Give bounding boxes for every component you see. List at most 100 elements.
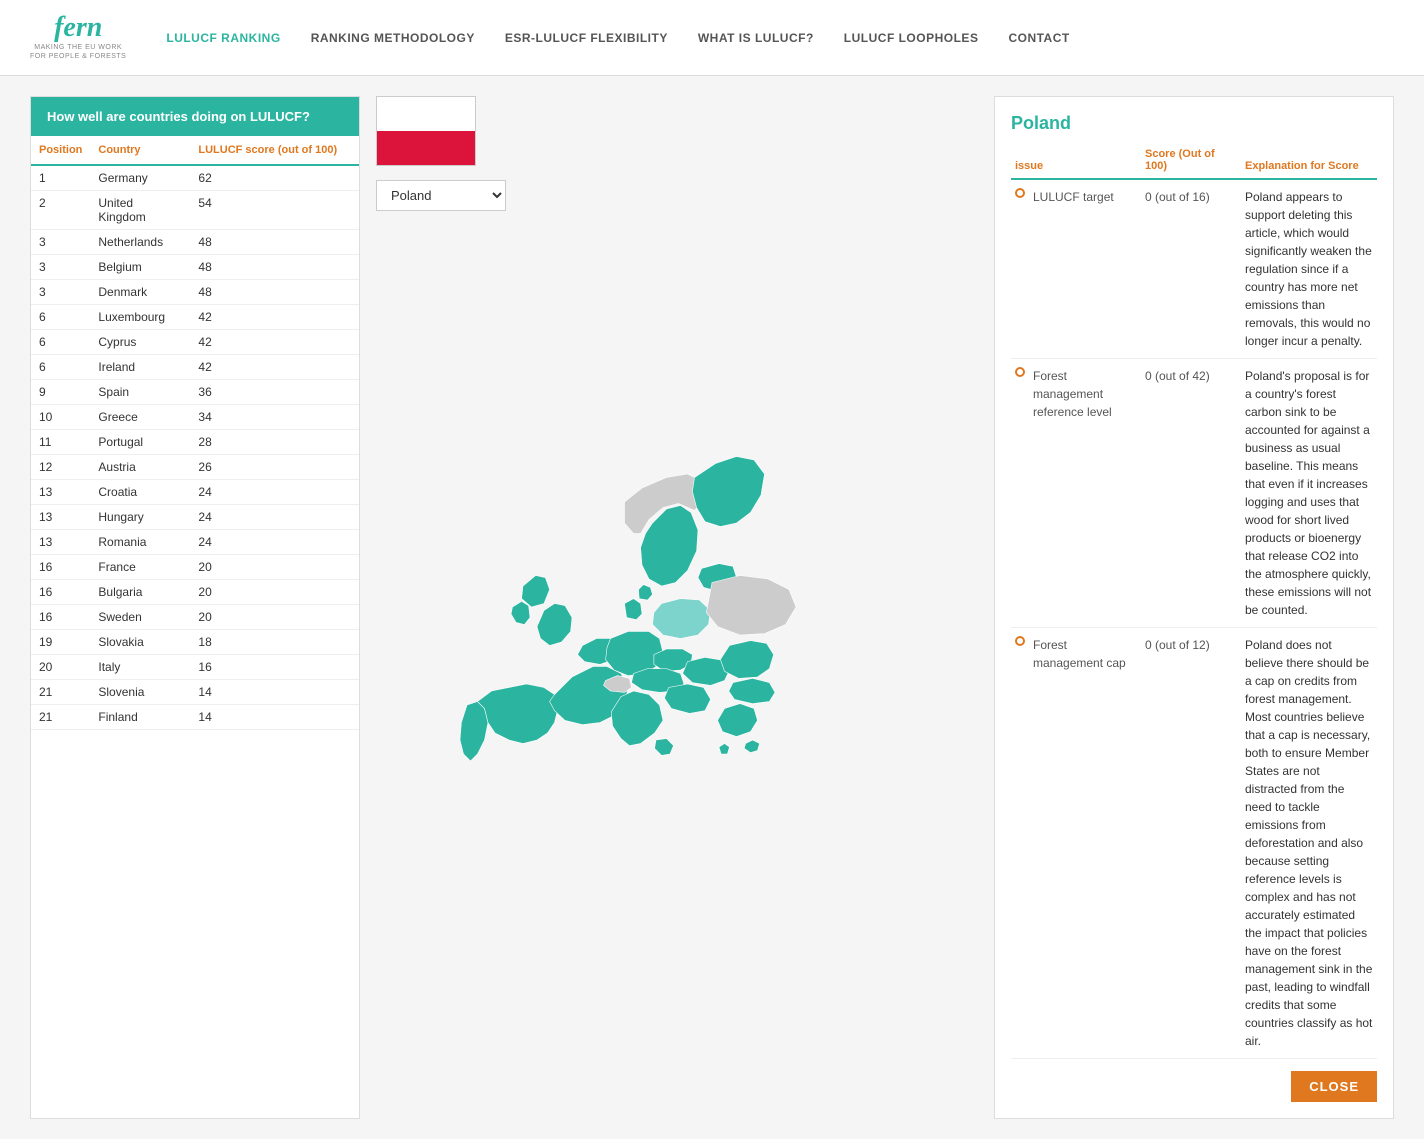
ranking-score: 24 xyxy=(190,505,359,530)
ranking-row[interactable]: 21 Finland 14 xyxy=(31,705,359,730)
detail-panel: Poland issue Score (Out of 100) Explanat… xyxy=(994,96,1394,1119)
ranking-pos: 21 xyxy=(31,680,90,705)
ranking-row[interactable]: 16 France 20 xyxy=(31,555,359,580)
map-ireland[interactable] xyxy=(511,601,530,624)
ranking-country: Spain xyxy=(90,380,190,405)
col-score: LULUCF score (out of 100) xyxy=(190,136,359,165)
ranking-row[interactable]: 13 Croatia 24 xyxy=(31,480,359,505)
ranking-pos: 6 xyxy=(31,355,90,380)
ranking-score: 20 xyxy=(190,605,359,630)
ranking-score: 62 xyxy=(190,165,359,191)
col-position: Position xyxy=(31,136,90,165)
ranking-row[interactable]: 13 Romania 24 xyxy=(31,530,359,555)
detail-score: 0 (out of 16) xyxy=(1141,179,1241,359)
ranking-pos: 3 xyxy=(31,280,90,305)
detail-explanation: Poland does not believe there should be … xyxy=(1241,628,1377,1059)
ranking-pos: 13 xyxy=(31,480,90,505)
main-content: How well are countries doing on LULUCF? … xyxy=(0,76,1424,1139)
map-area: PolandGermanyFranceSpainItalyNetherlands… xyxy=(376,96,978,1119)
ranking-row[interactable]: 6 Cyprus 42 xyxy=(31,330,359,355)
ranking-pos: 21 xyxy=(31,705,90,730)
detail-row: Forest management cap 0 (out of 12) Pola… xyxy=(1011,628,1377,1059)
nav-what-is-lulucf[interactable]: WHAT IS LULUCF? xyxy=(698,31,814,45)
map-balkans-north[interactable] xyxy=(664,684,710,713)
ranking-score: 48 xyxy=(190,255,359,280)
nav-ranking-methodology[interactable]: RANKING METHODOLOGY xyxy=(311,31,475,45)
map-eastern[interactable] xyxy=(706,576,796,636)
ranking-row[interactable]: 10 Greece 34 xyxy=(31,405,359,430)
map-denmark[interactable] xyxy=(625,585,653,620)
ranking-row[interactable]: 1 Germany 62 xyxy=(31,165,359,191)
close-button[interactable]: CLOSE xyxy=(1291,1071,1377,1102)
map-finland[interactable] xyxy=(692,457,764,527)
detail-col-score: Score (Out of 100) xyxy=(1141,142,1241,179)
detail-country-title: Poland xyxy=(1011,113,1377,134)
nav-esr-lulucf[interactable]: ESR-LULUCF FLEXIBILITY xyxy=(505,31,668,45)
detail-explanation: Poland's proposal is for a country's for… xyxy=(1241,359,1377,628)
ranking-score: 20 xyxy=(190,580,359,605)
ranking-row[interactable]: 11 Portugal 28 xyxy=(31,430,359,455)
ranking-pos: 9 xyxy=(31,380,90,405)
map-spain[interactable] xyxy=(478,684,559,744)
ranking-row[interactable]: 13 Hungary 24 xyxy=(31,505,359,530)
ranking-score: 24 xyxy=(190,530,359,555)
issue-icon xyxy=(1015,636,1025,646)
ranking-row[interactable]: 2 United Kingdom 54 xyxy=(31,191,359,230)
ranking-pos: 2 xyxy=(31,191,90,230)
ranking-row[interactable]: 16 Bulgaria 20 xyxy=(31,580,359,605)
map-bulgaria[interactable] xyxy=(729,678,775,703)
ranking-country: Greece xyxy=(90,405,190,430)
nav-lulucf-ranking[interactable]: LULUCF RANKING xyxy=(166,31,280,45)
ranking-score: 42 xyxy=(190,355,359,380)
ranking-country: Belgium xyxy=(90,255,190,280)
ranking-row[interactable]: 6 Ireland 42 xyxy=(31,355,359,380)
ranking-row[interactable]: 3 Netherlands 48 xyxy=(31,230,359,255)
detail-table: issue Score (Out of 100) Explanation for… xyxy=(1011,142,1377,1059)
flag-container xyxy=(376,96,476,166)
map-italy[interactable] xyxy=(611,691,673,755)
ranking-row[interactable]: 19 Slovakia 18 xyxy=(31,630,359,655)
map-portugal[interactable] xyxy=(460,702,488,762)
map-romania[interactable] xyxy=(720,641,773,679)
ranking-score: 18 xyxy=(190,630,359,655)
ranking-score: 24 xyxy=(190,480,359,505)
nav-contact[interactable]: CONTACT xyxy=(1008,31,1069,45)
ranking-score: 48 xyxy=(190,230,359,255)
ranking-country: Luxembourg xyxy=(90,305,190,330)
logo-fern: fern xyxy=(54,14,102,42)
ranking-pos: 20 xyxy=(31,655,90,680)
ranking-country: Austria xyxy=(90,455,190,480)
ranking-row[interactable]: 6 Luxembourg 42 xyxy=(31,305,359,330)
issue-icon xyxy=(1015,367,1025,377)
detail-tbody: LULUCF target 0 (out of 16) Poland appea… xyxy=(1011,179,1377,1059)
ranking-pos: 3 xyxy=(31,255,90,280)
ranking-row[interactable]: 9 Spain 36 xyxy=(31,380,359,405)
ranking-row[interactable]: 21 Slovenia 14 xyxy=(31,680,359,705)
ranking-country: Slovenia xyxy=(90,680,190,705)
ranking-pos: 16 xyxy=(31,605,90,630)
ranking-pos: 12 xyxy=(31,455,90,480)
ranking-row[interactable]: 20 Italy 16 xyxy=(31,655,359,680)
ranking-score: 42 xyxy=(190,305,359,330)
ranking-country: Croatia xyxy=(90,480,190,505)
ranking-score: 42 xyxy=(190,330,359,355)
issue-icon xyxy=(1015,188,1025,198)
ranking-score: 26 xyxy=(190,455,359,480)
ranking-row[interactable]: 16 Sweden 20 xyxy=(31,605,359,630)
country-select[interactable]: PolandGermanyFranceSpainItalyNetherlands… xyxy=(376,180,506,211)
detail-col-issue: issue xyxy=(1011,142,1141,179)
nav-lulucf-loopholes[interactable]: LULUCF LOOPHOLES xyxy=(844,31,979,45)
ranking-country: Denmark xyxy=(90,280,190,305)
ranking-row[interactable]: 3 Denmark 48 xyxy=(31,280,359,305)
ranking-pos: 6 xyxy=(31,330,90,355)
main-nav: LULUCF RANKING RANKING METHODOLOGY ESR-L… xyxy=(166,31,1394,45)
ranking-row[interactable]: 12 Austria 26 xyxy=(31,455,359,480)
logo-subtitle: MAKING THE EU WORKFOR PEOPLE & FORESTS xyxy=(30,44,126,61)
ranking-table: Position Country LULUCF score (out of 10… xyxy=(31,136,359,730)
map-poland[interactable] xyxy=(653,599,711,639)
map-greece[interactable] xyxy=(718,704,760,754)
ranking-country: Cyprus xyxy=(90,330,190,355)
ranking-pos: 3 xyxy=(31,230,90,255)
ranking-row[interactable]: 3 Belgium 48 xyxy=(31,255,359,280)
ranking-country: Ireland xyxy=(90,355,190,380)
